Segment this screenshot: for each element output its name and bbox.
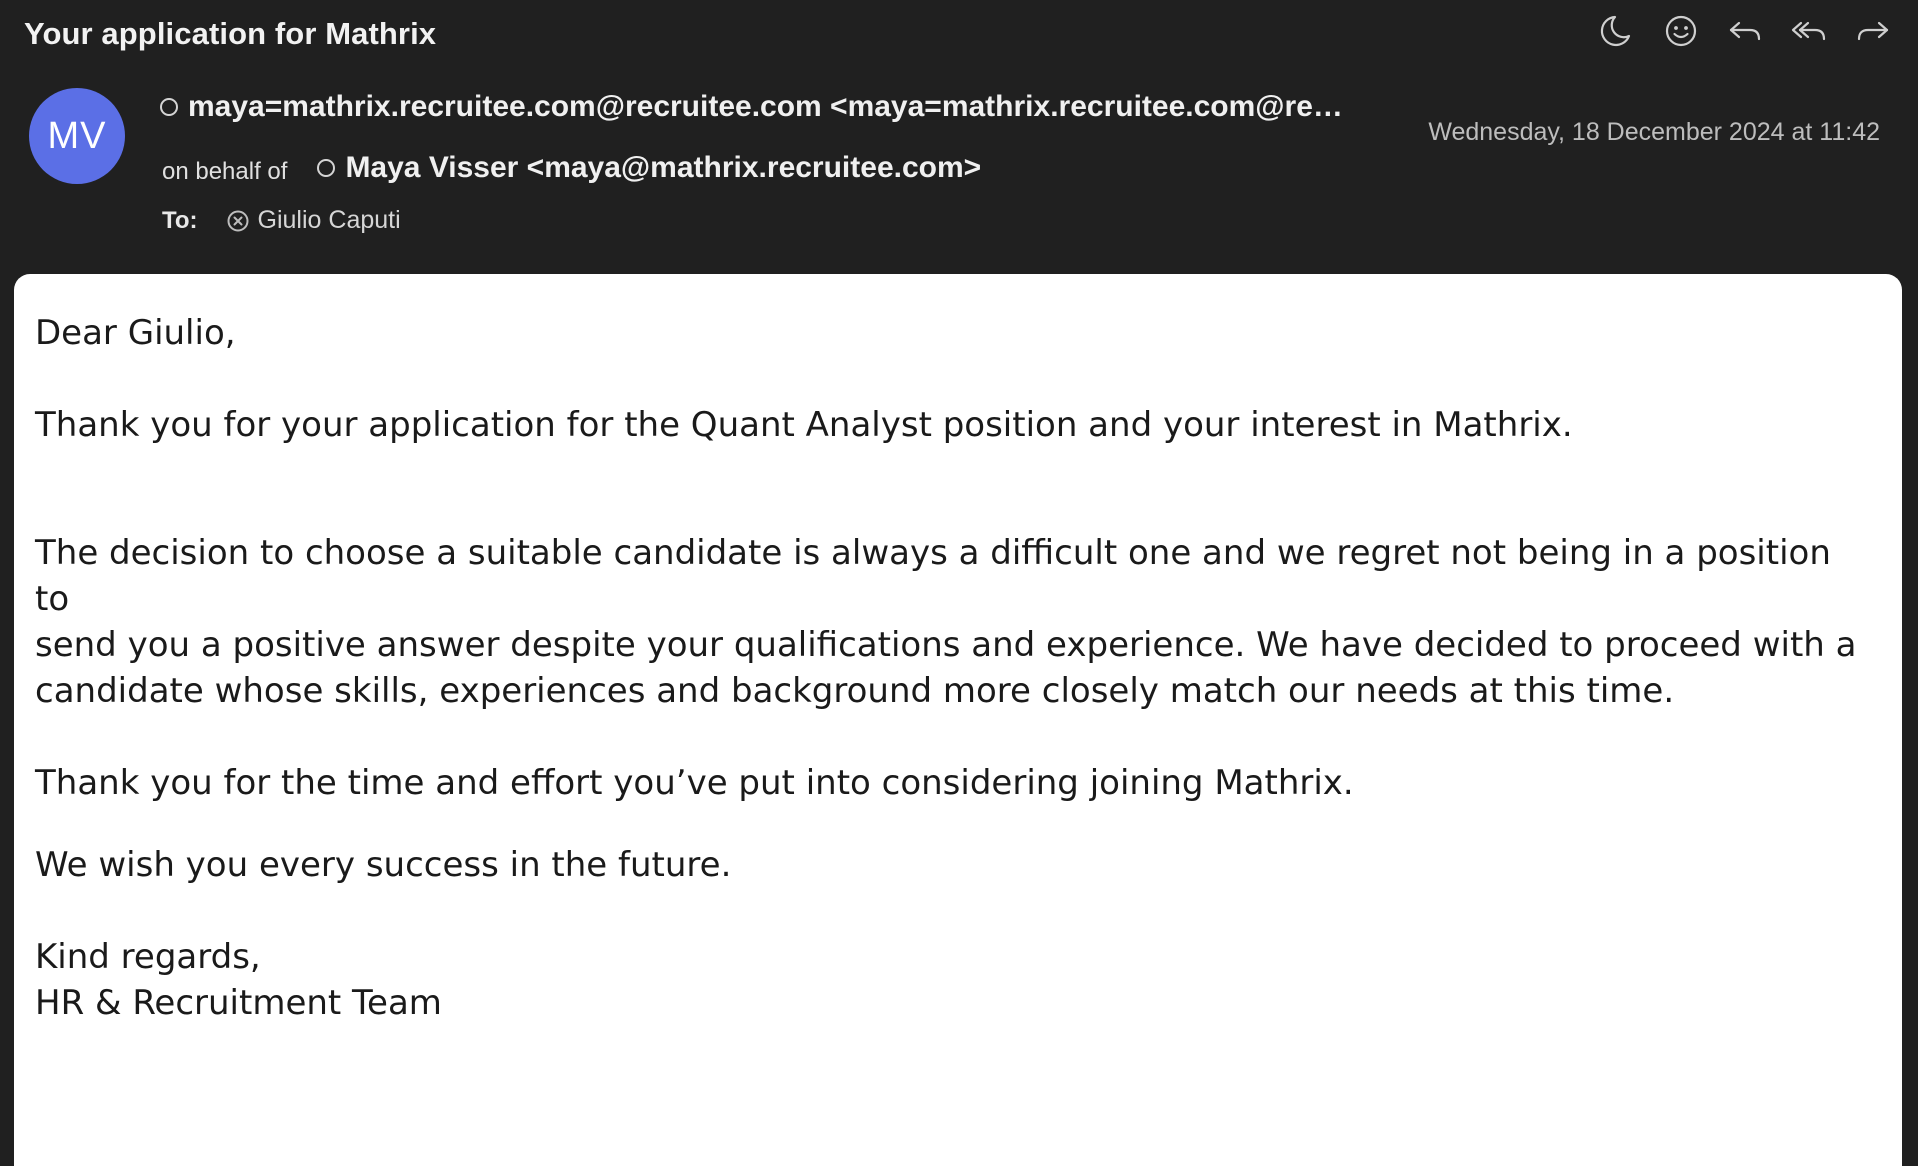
mail-window: Your application for Mathrix MV maya=mat… — [0, 0, 1918, 1166]
sender-avatar: MV — [29, 88, 125, 184]
message-toolbar — [1596, 10, 1894, 52]
behalf-status-icon — [317, 159, 336, 177]
email-subject: Your application for Mathrix — [24, 16, 437, 51]
email-body-text: Dear Giulio, Thank you for your applicat… — [35, 310, 1875, 1026]
sender-row[interactable]: maya=mathrix.recruitee.com@recruitee.com… — [160, 90, 1355, 124]
to-label: To: — [162, 206, 198, 234]
body-paragraph-1: Thank you for your application for the Q… — [35, 405, 1573, 445]
smiley-icon[interactable] — [1660, 10, 1702, 52]
email-body: Dear Giulio, Thank you for your applicat… — [14, 274, 1902, 1166]
body-paragraph-4: We wish you every success in the future. — [35, 845, 732, 885]
on-behalf-row: on behalf of Maya Visser <maya@mathrix.r… — [162, 150, 981, 186]
moon-icon[interactable] — [1596, 10, 1638, 52]
email-date: Wednesday, 18 December 2024 at 11:42 — [1428, 118, 1880, 146]
to-row: To: Giulio Caputi — [162, 206, 401, 235]
recipient-remove-icon[interactable] — [226, 209, 250, 233]
body-paragraph-2-line-1: The decision to choose a suitable candid… — [35, 533, 1831, 619]
body-paragraph-2-line-3: candidate whose skills, experiences and … — [35, 671, 1675, 711]
recipient-name[interactable]: Giulio Caputi — [258, 206, 401, 235]
body-closing: Kind regards, — [35, 937, 261, 977]
reply-all-icon[interactable] — [1788, 10, 1830, 52]
body-paragraph-2-line-2: send you a positive answer despite your … — [35, 625, 1857, 665]
body-signature: HR & Recruitment Team — [35, 983, 442, 1023]
forward-icon[interactable] — [1852, 10, 1894, 52]
body-greeting: Dear Giulio, — [35, 313, 236, 353]
sender-address[interactable]: maya=mathrix.recruitee.com@recruitee.com… — [188, 90, 1355, 124]
behalf-sender[interactable]: Maya Visser <maya@mathrix.recruitee.com> — [345, 151, 981, 185]
reply-icon[interactable] — [1724, 10, 1766, 52]
on-behalf-label: on behalf of — [162, 158, 288, 185]
sender-status-icon — [160, 98, 178, 116]
body-paragraph-3: Thank you for the time and effort you’ve… — [35, 763, 1354, 803]
